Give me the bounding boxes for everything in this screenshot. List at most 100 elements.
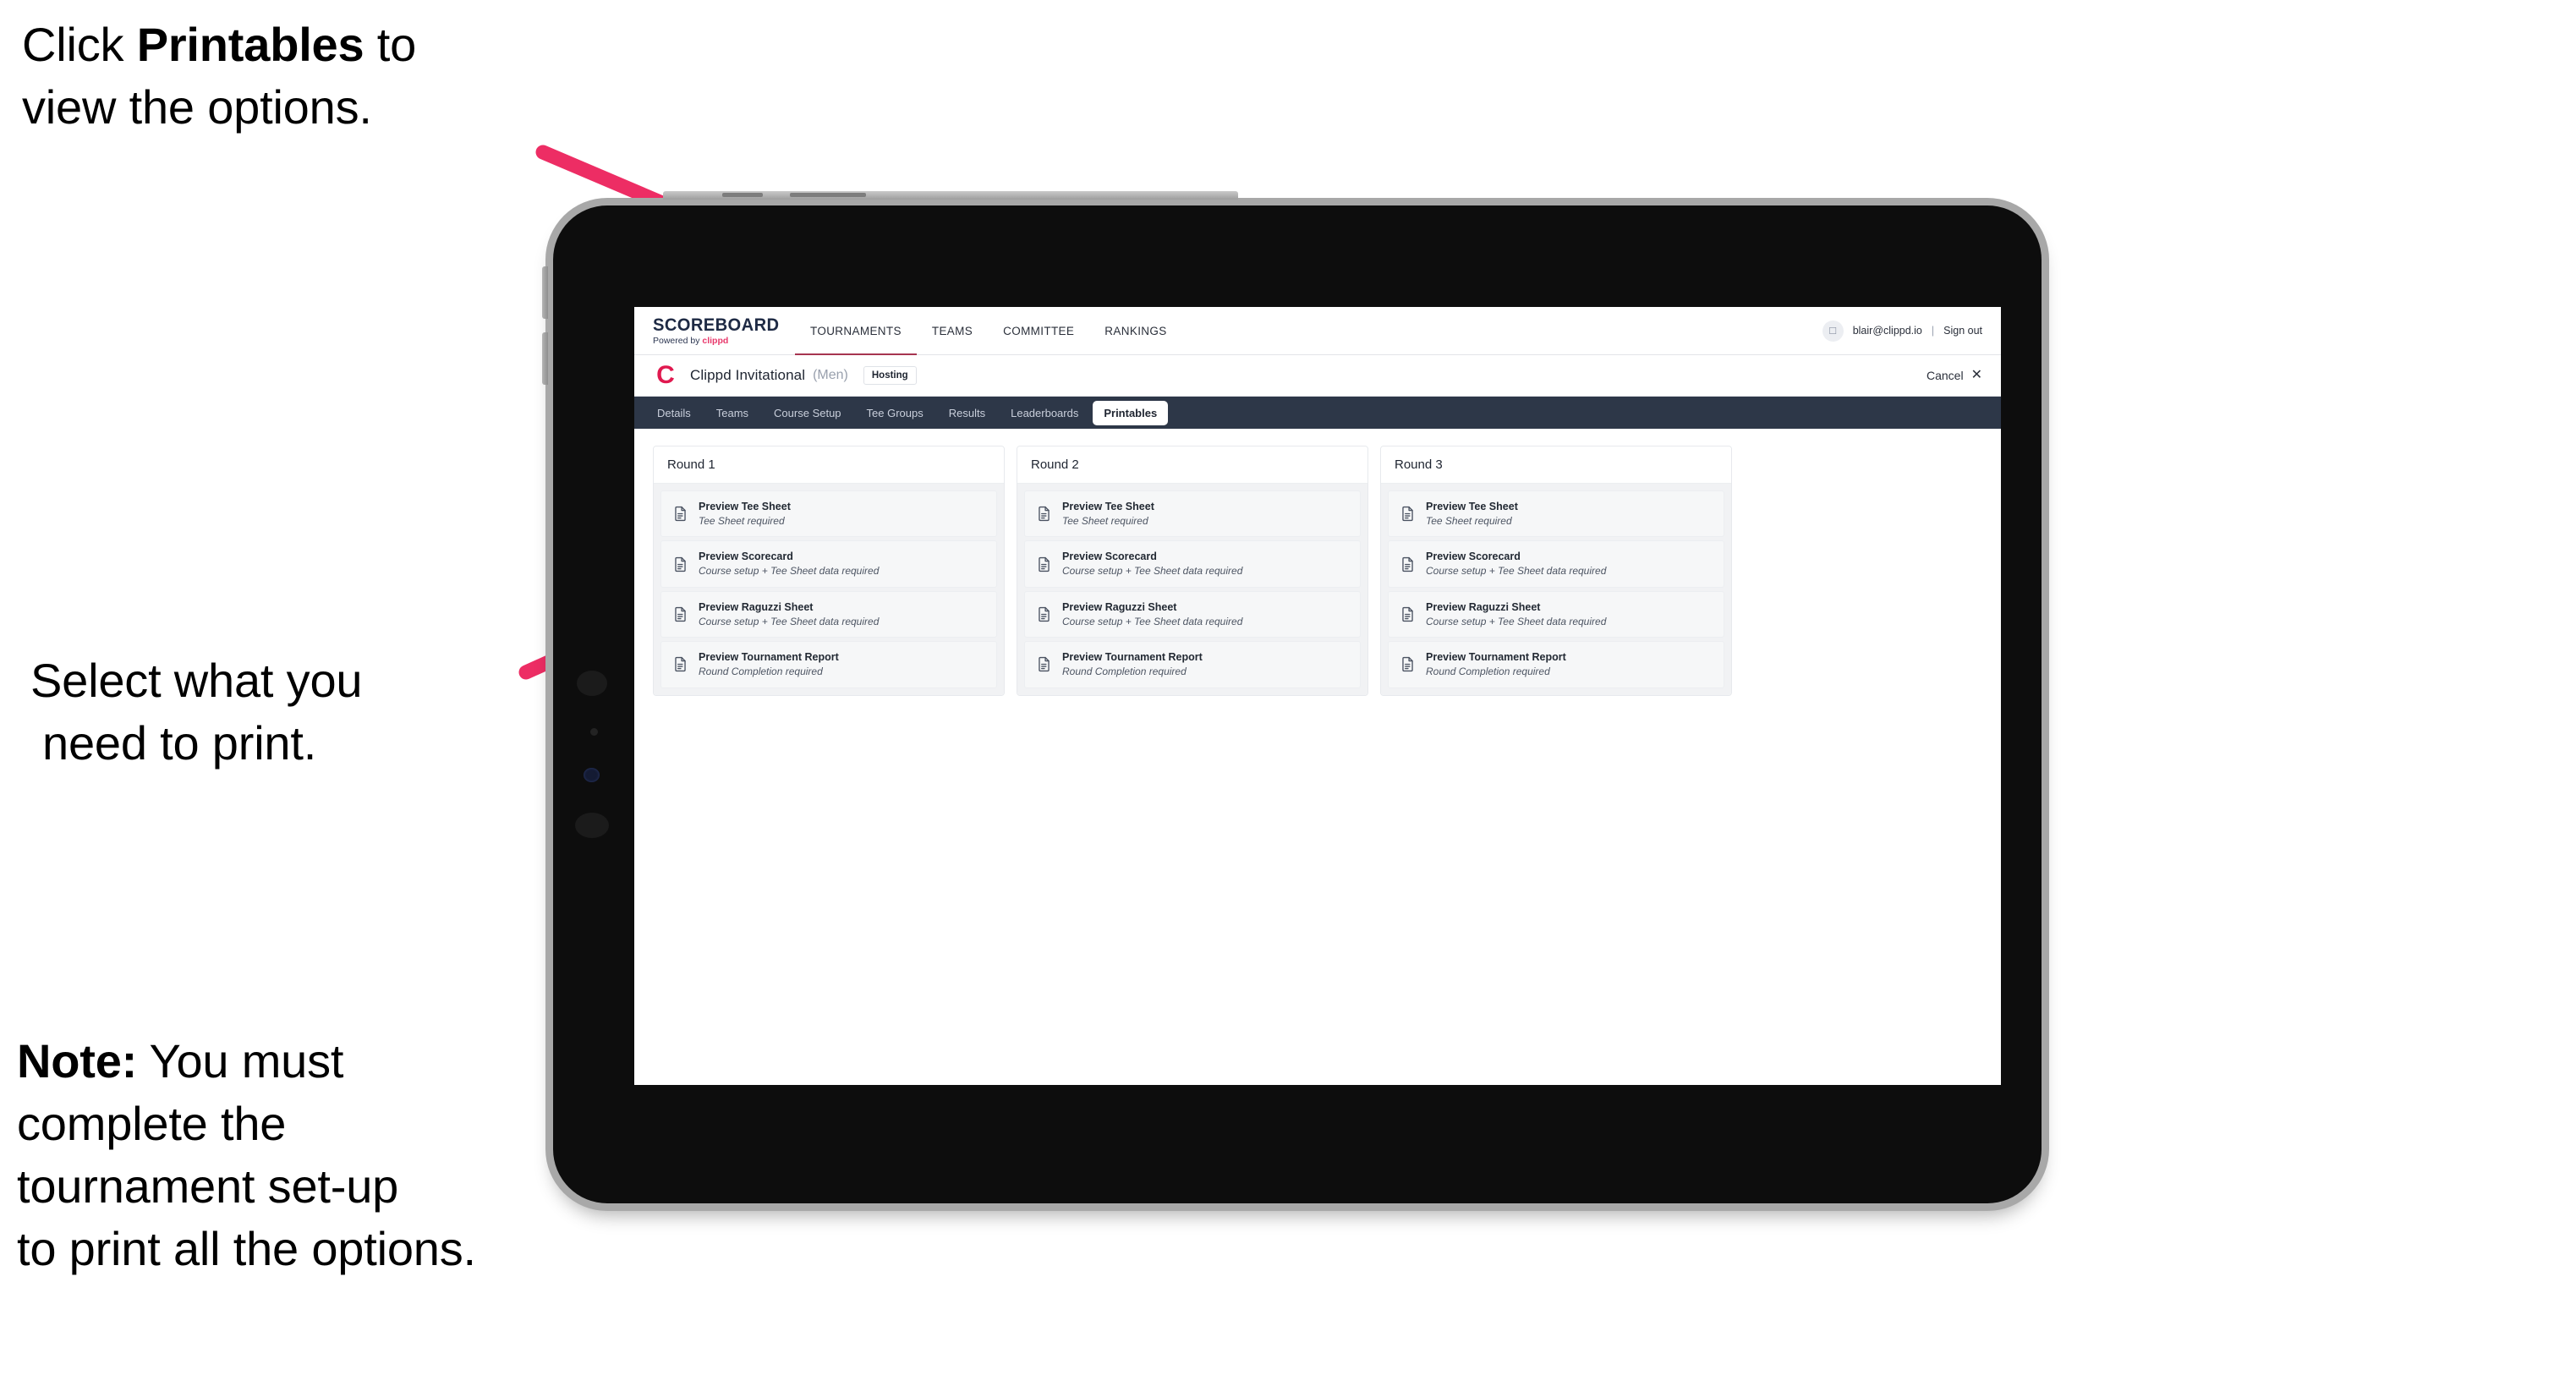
printable-item-text: Preview Tee Sheet Tee Sheet required — [699, 501, 791, 527]
clippd-logo-icon: C — [656, 361, 675, 389]
printable-item[interactable]: Preview Tournament Report Round Completio… — [660, 641, 997, 688]
document-icon — [1035, 556, 1052, 572]
volume-up-button[interactable] — [542, 266, 548, 319]
printable-item[interactable]: Preview Tee Sheet Tee Sheet required — [1388, 490, 1724, 538]
printable-item-title: Preview Tournament Report — [699, 651, 839, 664]
round-item-list: Preview Tee Sheet Tee Sheet required Previ… — [654, 484, 1004, 695]
printable-item-subtitle: Course setup + Tee Sheet data required — [1062, 565, 1243, 578]
printable-item-text: Preview Scorecard Course setup + Tee Shee… — [1426, 551, 1606, 577]
printable-item-title: Preview Raguzzi Sheet — [699, 600, 814, 613]
user-avatar-icon[interactable]: ☐ — [1822, 320, 1844, 342]
annotation-select-what-to-print: Select what you need to print. — [30, 649, 555, 775]
camera-lens-icon — [584, 768, 600, 782]
tab-printables[interactable]: Printables — [1093, 400, 1169, 425]
printable-item-text: Preview Tournament Report Round Completio… — [1062, 651, 1203, 677]
topnav-link-teams[interactable]: TEAMS — [917, 307, 988, 354]
printable-item[interactable]: Preview Scorecard Course setup + Tee Shee… — [1388, 540, 1724, 588]
printable-item-title: Preview Tournament Report — [1426, 651, 1566, 664]
printable-item-title: Preview Scorecard — [1062, 551, 1157, 563]
annotation-line: to print all the options. — [17, 1218, 693, 1280]
brand-title: SCOREBOARD — [653, 315, 780, 335]
printable-item[interactable]: Preview Tournament Report Round Completio… — [1024, 641, 1361, 688]
topnav-link-rankings[interactable]: RANKINGS — [1089, 307, 1181, 354]
annotation-text: view the options. — [22, 79, 372, 134]
printable-item-subtitle: Tee Sheet required — [1426, 515, 1512, 527]
round-column: Round 2 Preview Tee Sheet Tee Sheet requir… — [1017, 446, 1368, 696]
printable-item[interactable]: Preview Tournament Report Round Completio… — [1388, 641, 1724, 688]
annotation-line: need to print. — [30, 712, 555, 775]
printable-item[interactable]: Preview Scorecard Course setup + Tee Shee… — [660, 540, 997, 588]
printable-item-subtitle: Tee Sheet required — [699, 515, 785, 527]
printable-item-title: Preview Scorecard — [1426, 551, 1521, 563]
user-separator: | — [1931, 325, 1935, 337]
document-icon — [671, 506, 688, 523]
printable-item-subtitle: Round Completion required — [699, 666, 823, 678]
round-column: Round 1 Preview Tee Sheet Tee Sheet requir… — [653, 446, 1005, 696]
printable-item-subtitle: Course setup + Tee Sheet data required — [1426, 565, 1607, 578]
topnav-link-committee[interactable]: COMMITTEE — [988, 307, 1089, 354]
topnav-link-tournaments[interactable]: TOURNAMENTS — [795, 307, 917, 355]
round-header: Round 3 — [1381, 446, 1731, 484]
annotation-line: view the options. — [22, 76, 563, 139]
printable-item-text: Preview Raguzzi Sheet Course setup + Tee … — [699, 601, 879, 627]
tournament-gender: (Men) — [813, 368, 848, 382]
printable-item-text: Preview Tournament Report Round Completio… — [699, 651, 839, 677]
printable-item-title: Preview Raguzzi Sheet — [1426, 600, 1541, 613]
tab-results[interactable]: Results — [938, 401, 996, 425]
brand-logo[interactable]: SCOREBOARD Powered by clippd — [634, 307, 795, 354]
round-item-list: Preview Tee Sheet Tee Sheet required Previ… — [1381, 484, 1731, 695]
document-icon — [671, 656, 688, 673]
printable-item[interactable]: Preview Raguzzi Sheet Course setup + Tee … — [1024, 590, 1361, 638]
sign-out-link[interactable]: Sign out — [1943, 325, 1982, 337]
printable-item-subtitle: Course setup + Tee Sheet data required — [699, 565, 880, 578]
cancel-label: Cancel — [1927, 369, 1964, 382]
tab-details[interactable]: Details — [646, 401, 702, 425]
tab-leaderboards[interactable]: Leaderboards — [1000, 401, 1089, 425]
printable-item-title: Preview Scorecard — [699, 551, 793, 563]
annotation-text: You must — [137, 1034, 344, 1087]
close-x-icon: ✕ — [1970, 368, 1982, 382]
tablet-screen: SCOREBOARD Powered by clippd TOURNAMENTS… — [634, 307, 2001, 1085]
printable-item[interactable]: Preview Tee Sheet Tee Sheet required — [1024, 490, 1361, 538]
annotation-emphasis: Printables — [136, 18, 364, 71]
printable-item[interactable]: Preview Raguzzi Sheet Course setup + Tee … — [660, 590, 997, 638]
brand-powered-name: clippd — [702, 335, 729, 346]
cancel-button[interactable]: Cancel ✕ — [1927, 368, 1982, 383]
hosting-badge[interactable]: Hosting — [863, 366, 917, 385]
tablet-top-antenna-strip — [663, 191, 1238, 200]
top-navigation-bar: SCOREBOARD Powered by clippd TOURNAMENTS… — [634, 307, 2001, 355]
printable-item-text: Preview Scorecard Course setup + Tee Shee… — [1062, 551, 1242, 577]
printable-item-title: Preview Tee Sheet — [1062, 501, 1154, 512]
printable-item-title: Preview Tournament Report — [1062, 651, 1203, 664]
printable-item[interactable]: Preview Tee Sheet Tee Sheet required — [660, 490, 997, 538]
tab-course-setup[interactable]: Course Setup — [763, 401, 852, 425]
brand-powered-prefix: Powered by — [653, 335, 703, 346]
annotation-text: tournament set-up — [17, 1159, 399, 1213]
printable-item-subtitle: Tee Sheet required — [1062, 515, 1148, 527]
volume-down-button[interactable] — [542, 332, 548, 385]
printable-item-title: Preview Tee Sheet — [1426, 501, 1518, 512]
document-icon — [1399, 506, 1416, 523]
printable-item-text: Preview Scorecard Course setup + Tee Shee… — [699, 551, 879, 577]
section-tab-strip: Details Teams Course Setup Tee Groups Result… — [634, 397, 2001, 429]
tab-tee-groups[interactable]: Tee Groups — [856, 401, 934, 425]
printable-item[interactable]: Preview Raguzzi Sheet Course setup + Tee … — [1388, 590, 1724, 638]
document-icon — [1399, 605, 1416, 622]
proximity-sensor-icon — [590, 728, 598, 736]
annotation-line: Click Printables to — [22, 14, 563, 76]
document-icon — [1035, 656, 1052, 673]
brand-subtitle: Powered by clippd — [653, 337, 795, 346]
annotation-text: complete the — [17, 1096, 287, 1150]
annotation-click-printables: Click Printables to view the options. — [22, 14, 563, 139]
user-account-area: ☐ blair@clippd.io | Sign out — [1822, 307, 2001, 354]
top-nav-links: TOURNAMENTS TEAMS COMMITTEE RANKINGS — [795, 307, 1182, 355]
printable-item-subtitle: Round Completion required — [1426, 666, 1550, 678]
printable-item[interactable]: Preview Scorecard Course setup + Tee Shee… — [1024, 540, 1361, 588]
annotation-text: to print all the options. — [17, 1221, 476, 1275]
annotation-text: Click — [22, 18, 137, 71]
secondary-sensor-icon — [575, 813, 609, 838]
tab-teams[interactable]: Teams — [705, 401, 759, 425]
document-icon — [1035, 605, 1052, 622]
round-column: Round 3 Preview Tee Sheet Tee Sheet requir… — [1380, 446, 1732, 696]
printable-item-subtitle: Course setup + Tee Sheet data required — [1426, 615, 1607, 627]
